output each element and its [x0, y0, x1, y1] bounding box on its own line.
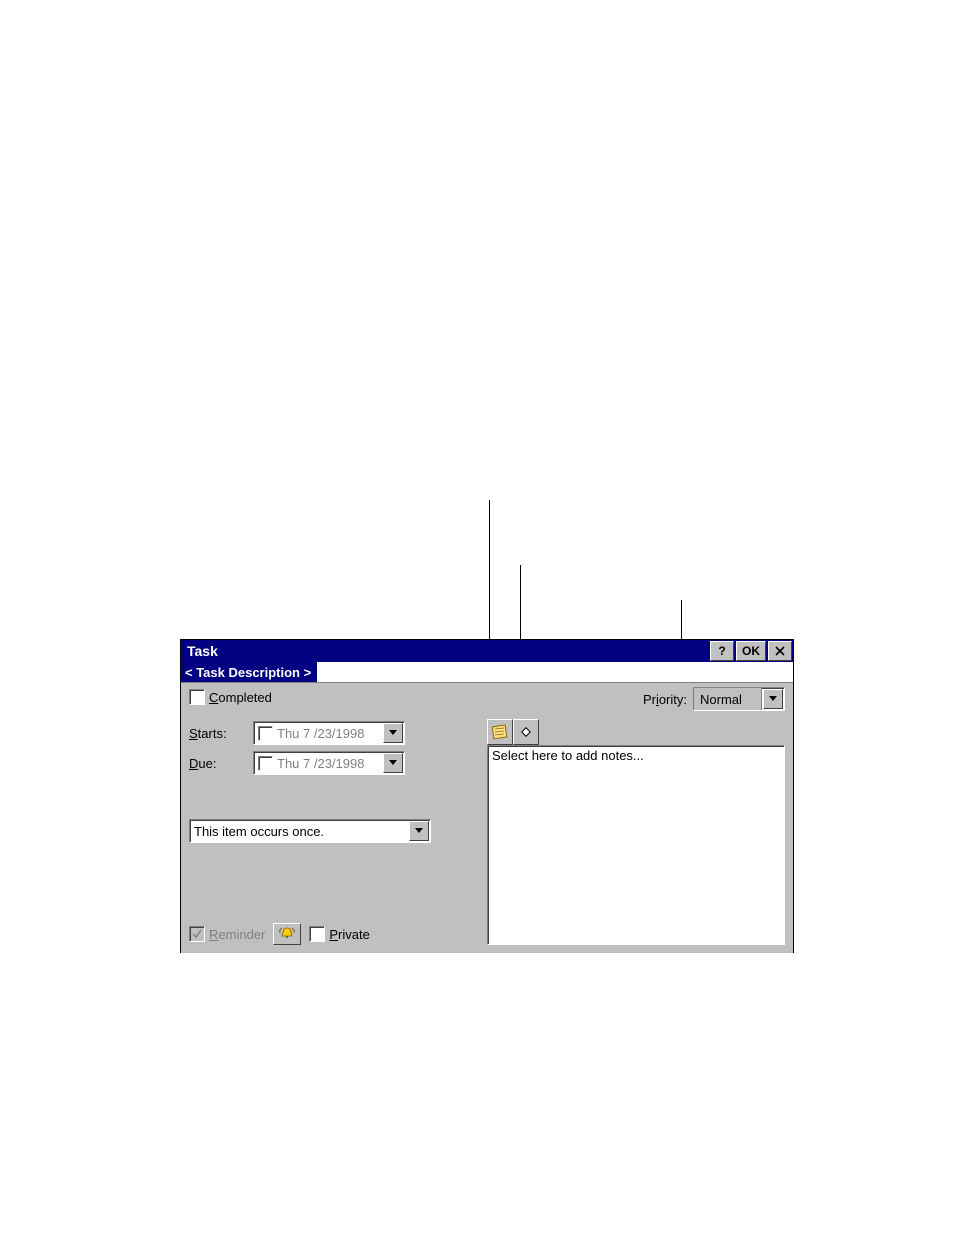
- bell-icon: [279, 927, 295, 941]
- ok-button[interactable]: OK: [736, 641, 766, 661]
- priority-label: Priority:: [643, 692, 687, 707]
- chevron-down-icon: [415, 828, 423, 834]
- completed-label: Completed: [209, 690, 272, 705]
- recurrence-dropdown-button[interactable]: [409, 821, 429, 841]
- due-dropdown-button[interactable]: [383, 753, 403, 773]
- chevron-down-icon: [389, 760, 397, 766]
- starts-date-value: Thu 7 /23/1998: [277, 726, 382, 741]
- starts-label: Starts:: [189, 726, 245, 741]
- close-icon: [775, 646, 785, 656]
- due-row: Due: Thu 7 /23/1998: [189, 751, 405, 775]
- chevron-down-icon: [389, 730, 397, 736]
- priority-dropdown-button[interactable]: [763, 689, 783, 709]
- reminder-checkbox[interactable]: [189, 926, 205, 942]
- due-date-picker[interactable]: Thu 7 /23/1998: [253, 751, 405, 775]
- checkmark-icon: [192, 929, 202, 939]
- due-label: Due:: [189, 756, 245, 771]
- completed-checkbox[interactable]: [189, 689, 205, 705]
- reminder-bell-button[interactable]: [273, 923, 301, 945]
- window-title: Task: [187, 643, 218, 659]
- task-dialog: Task ? OK < Task Description > Completed…: [180, 639, 794, 953]
- close-button[interactable]: [768, 641, 792, 661]
- notes-icon: [491, 723, 509, 741]
- subject-row: < Task Description >: [181, 662, 793, 683]
- titlebar: Task ? OK: [181, 640, 793, 662]
- priority-combo[interactable]: Normal: [693, 687, 785, 711]
- notes-textarea[interactable]: Select here to add notes...: [487, 745, 785, 945]
- voice-icon: [517, 723, 535, 741]
- priority-area: Priority: Normal: [643, 687, 785, 711]
- private-checkbox[interactable]: [309, 926, 325, 942]
- due-enable-checkbox[interactable]: [258, 756, 273, 771]
- private-label: Private: [329, 927, 369, 942]
- due-date-value: Thu 7 /23/1998: [277, 756, 382, 771]
- recurrence-text: This item occurs once.: [190, 824, 408, 839]
- subject-input[interactable]: [317, 662, 793, 682]
- priority-value: Normal: [694, 688, 762, 710]
- notes-placeholder: Select here to add notes...: [492, 748, 644, 763]
- subject-placeholder: < Task Description >: [181, 662, 317, 682]
- starts-dropdown-button[interactable]: [383, 723, 403, 743]
- recurrence-combo[interactable]: This item occurs once.: [189, 819, 431, 843]
- bottom-row: Reminder Private: [189, 923, 370, 945]
- notes-button[interactable]: [487, 719, 513, 745]
- chevron-down-icon: [769, 696, 777, 702]
- client-area: Completed Priority: Normal Starts: Thu 7…: [181, 683, 793, 953]
- starts-date-picker[interactable]: Thu 7 /23/1998: [253, 721, 405, 745]
- starts-enable-checkbox[interactable]: [258, 726, 273, 741]
- reminder-label: Reminder: [209, 927, 265, 942]
- voice-note-button[interactable]: [513, 719, 539, 745]
- notes-toolbar: [487, 719, 539, 745]
- starts-row: Starts: Thu 7 /23/1998: [189, 721, 405, 745]
- completed-row: Completed: [189, 689, 272, 705]
- help-button[interactable]: ?: [710, 641, 734, 661]
